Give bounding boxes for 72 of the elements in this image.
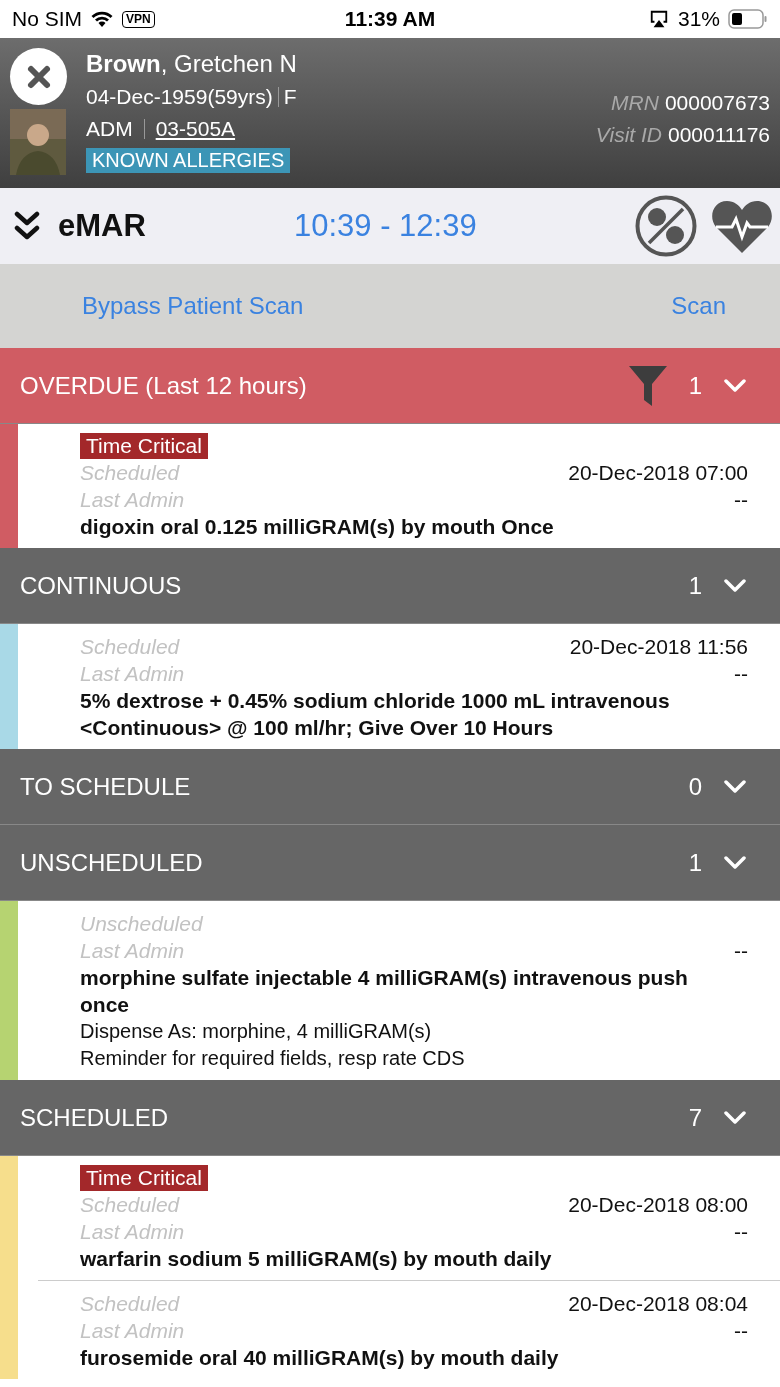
last-admin-label: Last Admin [80, 938, 185, 964]
section-header[interactable]: CONTINUOUS 1 [0, 548, 780, 624]
schedule-time: 20-Dec-2018 08:04 [568, 1291, 748, 1317]
section-count: 7 [688, 1103, 702, 1132]
page-title: eMAR [58, 208, 146, 244]
last-admin-value: -- [734, 1318, 748, 1344]
schedule-label: Unscheduled [80, 911, 203, 937]
section-count: 0 [688, 772, 702, 801]
order-note: Dispense As: morphine, 4 milliGRAM(s) [80, 1019, 432, 1044]
room-link[interactable]: 03-505A [155, 116, 236, 142]
last-admin-value: -- [734, 1219, 748, 1245]
battery-icon [728, 9, 768, 29]
visit-label: Visit ID [595, 122, 662, 148]
patient-sex: F [283, 84, 297, 110]
section-header[interactable]: SCHEDULED 7 [0, 1080, 780, 1156]
section-header[interactable]: OVERDUE (Last 12 hours) 1 [0, 348, 780, 424]
last-admin-label: Last Admin [80, 661, 185, 687]
last-admin-label: Last Admin [80, 1219, 185, 1245]
medication-order[interactable]: furosemide oral 40 milliGRAM(s) by mouth daily [80, 1344, 559, 1371]
schedule-label: Scheduled [80, 1192, 180, 1218]
avatar [10, 109, 66, 175]
section-title: UNSCHEDULED [20, 848, 203, 877]
last-admin-label: Last Admin [80, 1318, 185, 1344]
order-note: Reminder for required fields, resp rate CDS [80, 1046, 465, 1071]
section-title: CONTINUOUS [20, 571, 182, 600]
carrier-label: No SIM [12, 7, 82, 31]
no-medication-button[interactable] [634, 194, 698, 258]
medication-order[interactable]: morphine sulfate injectable 4 milliGRAM(s) intravenous push once [80, 964, 700, 1018]
section-count: 1 [688, 371, 702, 400]
chevron-down-icon [724, 378, 746, 393]
chevron-down-icon [724, 779, 746, 794]
vpn-badge: VPN [122, 10, 155, 28]
section-count: 1 [688, 848, 702, 877]
medication-order[interactable]: warfarin sodium 5 milliGRAM(s) by mouth daily [80, 1245, 552, 1272]
schedule-time: 20-Dec-2018 11:56 [569, 634, 748, 660]
last-admin-label: Last Admin [80, 487, 185, 513]
section-title: SCHEDULED [20, 1103, 169, 1132]
last-admin-value: -- [734, 661, 748, 687]
mrn-label: MRN [611, 90, 659, 116]
medication-order[interactable]: 5% dextrose + 0.45% sodium chloride 1000 mL intravenous <Continuous> @ 100 ml/hr; Give Over 10 Hours [80, 687, 700, 741]
schedule-label: Scheduled [80, 1291, 180, 1317]
time-critical-badge: Time Critical [80, 1165, 208, 1191]
allergy-badge[interactable]: KNOWN ALLERGIES [86, 148, 291, 173]
visit-value: 000011176 [668, 122, 770, 148]
last-admin-value: -- [734, 938, 748, 964]
battery-percent: 31% [677, 7, 720, 31]
section-title: OVERDUE (Last 12 hours) [20, 371, 307, 400]
birth-date: 04-Dec-1959 [86, 84, 208, 110]
section-header[interactable]: TO SCHEDULE 0 [0, 749, 780, 825]
last-admin-value: -- [734, 487, 748, 513]
chevron-down-icon [724, 1110, 746, 1125]
schedule-label: Scheduled [80, 460, 180, 486]
mrn-value: 000007673 [664, 90, 770, 116]
time-critical-badge: Time Critical [80, 433, 208, 459]
section-header[interactable]: UNSCHEDULED 1 [0, 825, 780, 901]
medication-order[interactable]: digoxin oral 0.125 milliGRAM(s) by mouth Once [80, 513, 554, 540]
chevron-down-icon [724, 855, 746, 870]
collapse-button[interactable] [14, 210, 40, 242]
section-count: 1 [688, 571, 702, 600]
wifi-icon [90, 10, 114, 28]
schedule-time: 20-Dec-2018 07:00 [568, 460, 748, 486]
time-range[interactable]: 10:39 - 12:39 [294, 208, 634, 244]
schedule-time: 20-Dec-2018 08:00 [568, 1192, 748, 1218]
schedule-label: Scheduled [80, 634, 180, 660]
patient-age: (59yrs) [207, 84, 273, 110]
section-title: TO SCHEDULE [20, 772, 191, 801]
chevron-down-icon [724, 578, 746, 593]
filter-icon [628, 365, 667, 406]
clock: 11:39 AM [344, 7, 436, 31]
close-button[interactable] [10, 48, 67, 105]
admission-status: ADM [86, 116, 133, 142]
patient-name: Brown, Gretchen N [86, 50, 298, 78]
